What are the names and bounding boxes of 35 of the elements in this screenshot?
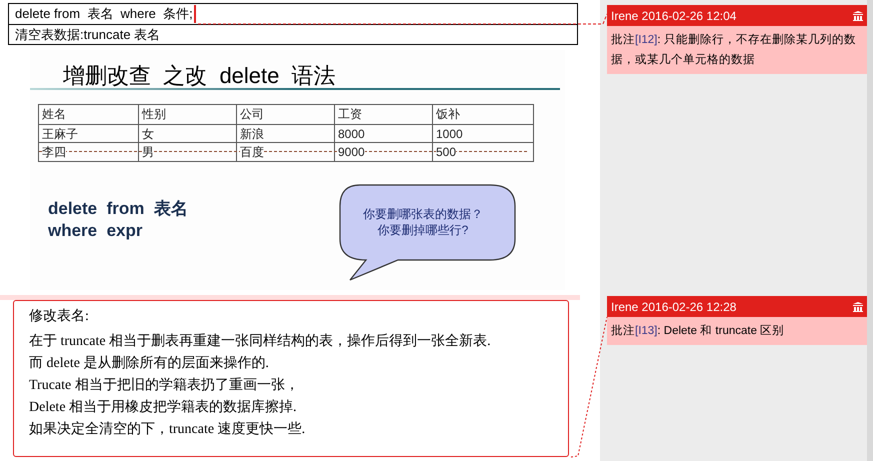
code-line: where expr — [48, 220, 144, 242]
delete-icon[interactable] — [853, 10, 863, 20]
note-line: Trucate 相当于把旧的学籍表扔了重画一张， — [29, 376, 300, 395]
table-cell: 王麻子 — [42, 126, 78, 140]
table-cell: 8000 — [338, 126, 365, 140]
comment-text: 批注[I12]: 只能删除行，不存在删除某几列的数据，或某几个单元格的数据 — [610, 32, 857, 68]
delete-icon[interactable] — [853, 302, 863, 312]
table-cell: 500 — [436, 145, 456, 159]
table-cell: 新浪 — [240, 126, 264, 140]
note-line: 在于 truncate 相当于删表再重建一张同样结构的表，操作后得到一张全新表. — [29, 332, 492, 351]
note-line: 而 delete 是从删除所有的层面来操作的. — [29, 354, 270, 373]
table-cell-text: 清空表数据:truncate 表名 — [15, 26, 160, 44]
table-cell: 女 — [142, 126, 154, 140]
slide-title: 增删改查 之改 delete 语法 — [63, 62, 336, 90]
table-cell: 男 — [142, 145, 154, 159]
table-cell: 公司 — [240, 107, 264, 121]
callout-text: 你要删哪张表的数据？ — [363, 206, 483, 222]
table-cell: 李四 — [42, 145, 66, 159]
table-cell-text: delete from 表名 where 条件; — [15, 5, 193, 24]
comment-marker — [194, 5, 196, 23]
comment-header: Irene 2016-02-26 12:04 — [611, 8, 736, 24]
code-line: delete from 表名 — [48, 198, 188, 220]
note-line: Delete 相当于用橡皮把学籍表的数据库擦掉. — [29, 398, 298, 417]
table-cell: 9000 — [338, 145, 365, 159]
table-cell: 百度 — [240, 145, 264, 159]
note-line: 如果决定全清空的下，truncate 速度更快一些. — [29, 420, 306, 439]
table-cell: 饭补 — [436, 107, 460, 121]
table-cell: 1000 — [436, 126, 463, 140]
table-cell: 姓名 — [42, 107, 66, 121]
table-cell: 性别 — [142, 107, 166, 121]
comment-text: 批注[I13]: Delete 和 truncate 区别 — [610, 323, 786, 339]
table-cell: 工资 — [338, 107, 362, 121]
callout-text: 你要删掉哪些行? — [378, 222, 468, 238]
comment-header: Irene 2016-02-26 12:28 — [611, 298, 736, 316]
note-heading: 修改表名: — [29, 308, 90, 326]
